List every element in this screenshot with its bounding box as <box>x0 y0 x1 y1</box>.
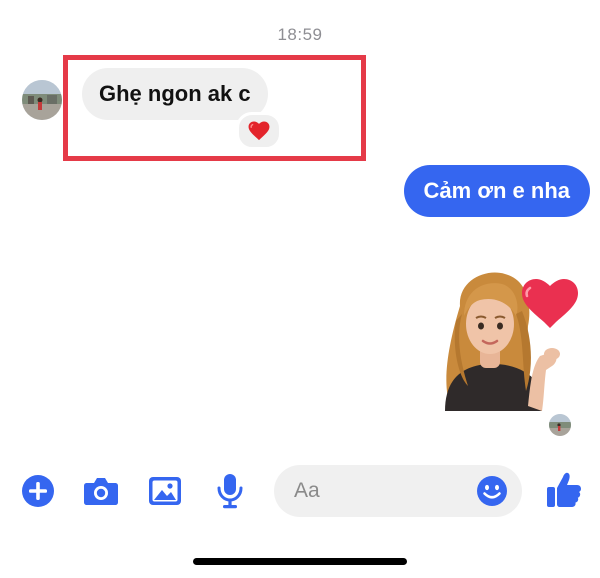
microphone-icon <box>217 474 243 509</box>
plus-icon <box>22 475 54 507</box>
image-icon <box>149 477 181 505</box>
camera-button[interactable] <box>83 473 119 509</box>
plus-button[interactable] <box>20 473 56 509</box>
like-button[interactable] <box>545 470 583 510</box>
contact-avatar[interactable] <box>22 80 62 120</box>
message-reaction[interactable] <box>236 112 282 150</box>
voice-button[interactable] <box>212 473 248 509</box>
sent-message-bubble[interactable]: Cảm ơn e nha <box>403 165 590 217</box>
home-indicator <box>193 558 407 565</box>
message-timestamp: 18:59 <box>277 25 323 44</box>
emoji-icon <box>477 476 507 506</box>
message-composer[interactable] <box>274 465 522 517</box>
camera-icon <box>84 478 118 505</box>
received-message-bubble[interactable]: Ghẹ ngon ak c <box>82 68 268 120</box>
emoji-button[interactable] <box>476 475 508 507</box>
thumbs-up-icon <box>547 472 581 507</box>
received-message-text: Ghẹ ngon ak c <box>99 81 251 106</box>
read-receipt-avatar <box>549 414 571 436</box>
heart-icon <box>248 121 270 141</box>
gallery-button[interactable] <box>147 473 183 509</box>
sent-message-text: Cảm ơn e nha <box>423 178 570 203</box>
avatar-heart-sticker[interactable] <box>440 266 580 411</box>
message-input[interactable] <box>294 477 464 505</box>
